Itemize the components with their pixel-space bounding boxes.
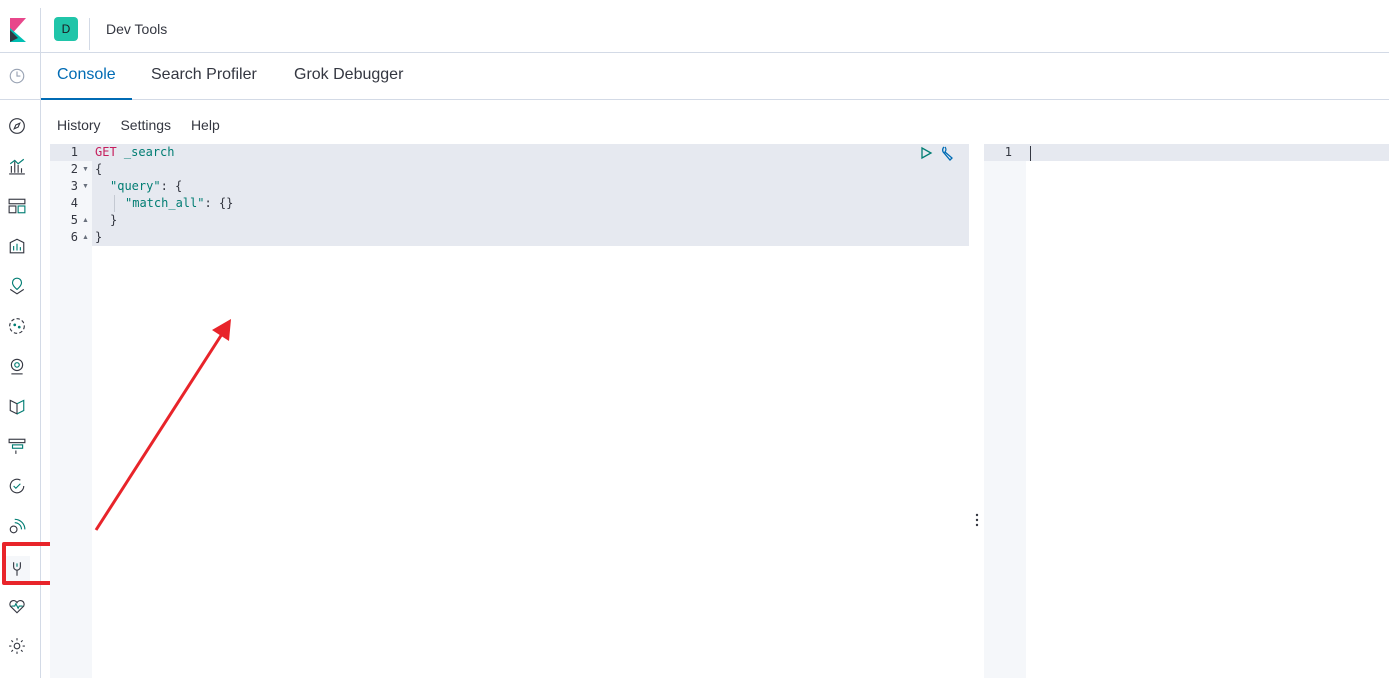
text-cursor [1030, 146, 1031, 161]
output-gutter: 1 [984, 144, 1026, 678]
panel-resizer[interactable] [972, 512, 982, 530]
line-number: 1 [1004, 145, 1012, 159]
active-line [1026, 144, 1389, 161]
response-pane[interactable]: 1 [984, 144, 1389, 678]
response-code[interactable] [1026, 144, 1389, 678]
